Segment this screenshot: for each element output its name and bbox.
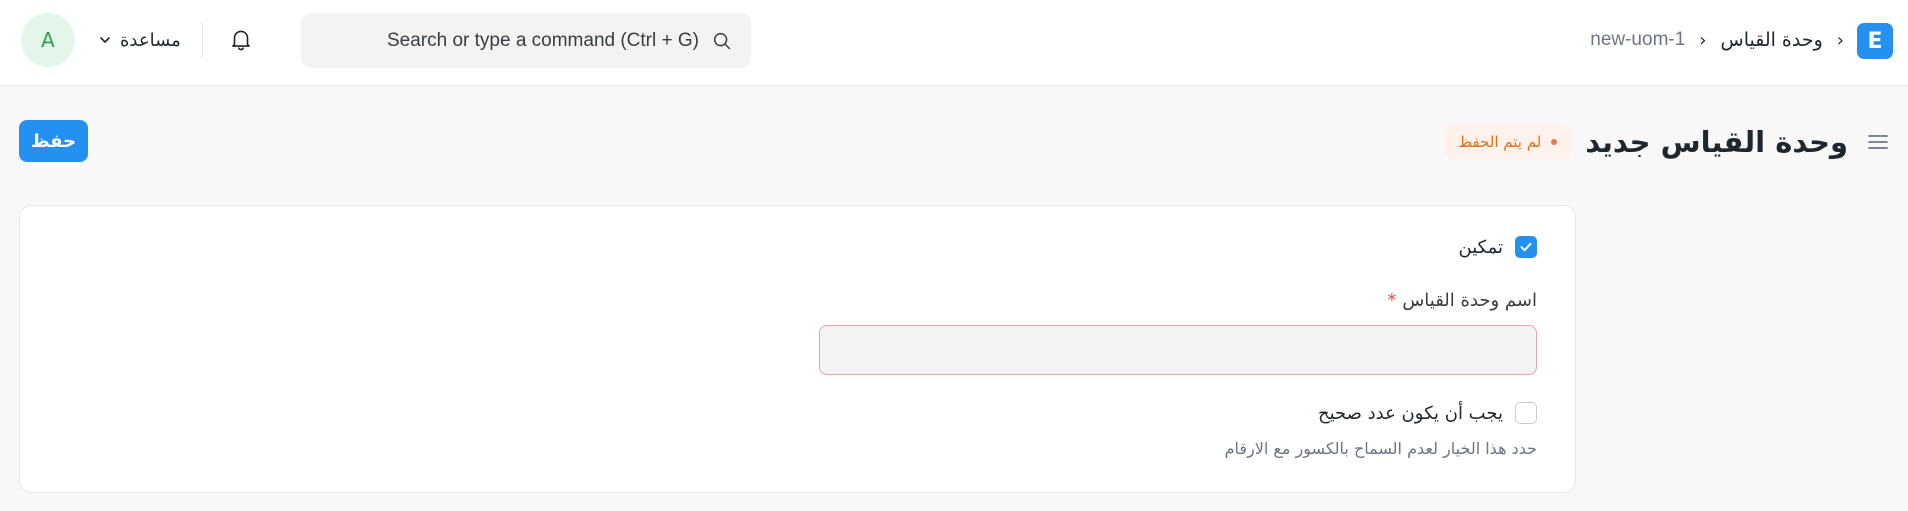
whole-number-checkbox[interactable] bbox=[1515, 402, 1537, 424]
breadcrumb-separator-home: › bbox=[1836, 29, 1844, 51]
avatar-letter: A bbox=[41, 28, 55, 52]
whole-number-help-text: حدد هذا الخيار لعدم السماح بالكسور مع ال… bbox=[1224, 439, 1537, 458]
enabled-checkbox-row[interactable]: تمكين bbox=[1458, 236, 1537, 258]
form-card: تمكين اسم وحدة القياس * يجب أن يكون عدد … bbox=[19, 205, 1576, 493]
enabled-checkbox[interactable] bbox=[1515, 236, 1537, 258]
search-input[interactable]: Search or type a command (Ctrl + G) bbox=[387, 30, 699, 52]
sidebar-toggle-icon[interactable] bbox=[1866, 130, 1890, 154]
whole-number-label: يجب أن يكون عدد صحيح bbox=[1317, 402, 1503, 424]
breadcrumb-separator: › bbox=[1699, 29, 1707, 51]
whole-number-checkbox-row[interactable]: يجب أن يكون عدد صحيح bbox=[1318, 402, 1537, 424]
notifications-button[interactable] bbox=[226, 24, 256, 54]
page-title: وحدة القياس جديد bbox=[1585, 125, 1848, 159]
search-icon bbox=[713, 32, 731, 49]
app-logo[interactable]: E bbox=[1857, 23, 1893, 59]
help-label: مساعدة bbox=[120, 29, 181, 51]
help-dropdown[interactable]: مساعدة bbox=[98, 22, 181, 58]
status-dot-icon bbox=[1551, 139, 1558, 145]
user-avatar[interactable]: A bbox=[21, 13, 75, 67]
check-icon bbox=[1520, 242, 1532, 252]
required-mark: * bbox=[1387, 290, 1397, 311]
logo-letter: E bbox=[1867, 28, 1883, 54]
bell-icon bbox=[232, 30, 250, 51]
save-button[interactable]: حفظ bbox=[19, 120, 88, 162]
status-text: لم يتم الحفظ bbox=[1458, 133, 1542, 151]
breadcrumb-doc[interactable]: new-uom-1 bbox=[1590, 29, 1685, 51]
uom-name-label-text: اسم وحدة القياس bbox=[1402, 290, 1537, 311]
navbar: A مساعدة Search or type a command (Ctrl … bbox=[0, 0, 1908, 86]
uom-name-input[interactable] bbox=[819, 325, 1537, 375]
search-bar[interactable]: Search or type a command (Ctrl + G) bbox=[301, 13, 751, 68]
page-head: لم يتم الحفظ وحدة القياس جديد bbox=[1188, 118, 1908, 166]
uom-name-label: اسم وحدة القياس * bbox=[1387, 290, 1537, 311]
breadcrumb-uom-list[interactable]: وحدة القياس bbox=[1721, 29, 1823, 51]
enabled-label: تمكين bbox=[1458, 236, 1504, 258]
nav-divider bbox=[202, 22, 203, 58]
breadcrumb: new-uom-1 › وحدة القياس › bbox=[1590, 22, 1844, 58]
chevron-down-icon bbox=[100, 37, 110, 43]
status-badge: لم يتم الحفظ bbox=[1444, 124, 1572, 160]
